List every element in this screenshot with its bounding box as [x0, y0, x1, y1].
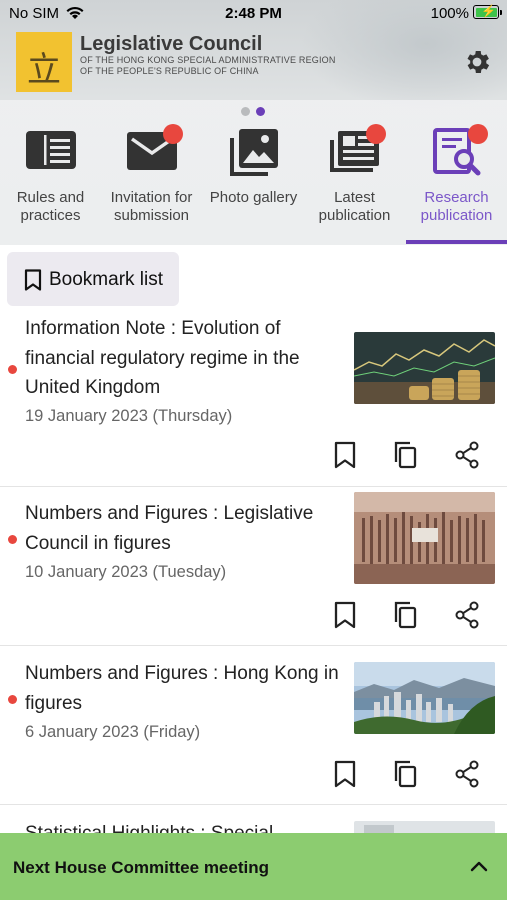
- bookmark-icon[interactable]: [332, 440, 358, 470]
- item-title: Information Note : Evolution of financia…: [25, 318, 300, 398]
- item-date: 19 January 2023 (Thursday): [25, 407, 233, 425]
- copy-icon[interactable]: [392, 440, 418, 470]
- unread-dot: [8, 365, 17, 374]
- category-invitation-for-submission[interactable]: Invitation for submission: [101, 118, 202, 245]
- item-thumbnail-legco-chamber: [354, 492, 495, 584]
- category-label: Rules and practices: [16, 189, 85, 224]
- category-latest-publication[interactable]: Latest publication: [304, 118, 405, 245]
- notification-badge: [366, 124, 386, 144]
- bookmark-icon: [24, 269, 42, 291]
- next-house-committee-meeting-bar[interactable]: Next House Committee meeting: [0, 833, 507, 900]
- notification-badge: [163, 124, 183, 144]
- chevron-up-icon[interactable]: [470, 860, 488, 872]
- category-label: Latest publication: [318, 189, 391, 224]
- active-tab-indicator: [406, 240, 507, 244]
- item-title: Numbers and Figures : Legislative Counci…: [25, 503, 314, 554]
- copy-icon[interactable]: [392, 600, 418, 630]
- category-label: Invitation for submission: [110, 189, 193, 224]
- organisation-subtitle-line-1: OF THE HONG KONG SPECIAL ADMINISTRATIVE …: [80, 55, 336, 65]
- item-date: 10 January 2023 (Tuesday): [25, 563, 227, 581]
- share-icon[interactable]: [454, 759, 480, 789]
- category-photo-gallery[interactable]: Photo gallery: [203, 118, 304, 245]
- item-thumbnail-statistics: [354, 821, 495, 833]
- item-thumbnail-hong-kong-skyline: [354, 662, 495, 734]
- bookmark-list-label: Bookmark list: [49, 269, 164, 290]
- battery-percent: 100%: [430, 5, 469, 22]
- status-bar: No SIM 2:48 PM 100% ⚡: [0, 0, 507, 28]
- carousel-dot-2-active[interactable]: [256, 107, 265, 116]
- list-item[interactable]: Numbers and Figures : Legislative Counci…: [0, 487, 507, 645]
- item-thumbnail-finance: [354, 332, 495, 404]
- photo-gallery-icon: [230, 129, 278, 176]
- list-item[interactable]: Information Note : Evolution of financia…: [0, 310, 507, 485]
- book-icon: [26, 131, 76, 169]
- gear-icon[interactable]: [462, 47, 492, 77]
- category-research-publication[interactable]: Research publication: [406, 118, 507, 245]
- item-title: Statistical Highlights : Special: [25, 819, 345, 833]
- organisation-title: Legislative Council: [80, 33, 263, 55]
- unread-dot: [8, 695, 17, 704]
- carousel-dot-1[interactable]: [241, 107, 250, 116]
- legco-logo: 立: [16, 32, 72, 92]
- bookmark-icon[interactable]: [332, 600, 358, 630]
- item-title: Numbers and Figures : Hong Kong in figur…: [25, 663, 339, 714]
- bookmark-icon[interactable]: [332, 759, 358, 789]
- logo-glyph: 立: [27, 50, 61, 90]
- category-rules-and-practices[interactable]: Rules and practices: [0, 118, 101, 245]
- share-icon[interactable]: [454, 440, 480, 470]
- copy-icon[interactable]: [392, 759, 418, 789]
- organisation-subtitle-line-2: OF THE PEOPLE'S REPUBLIC OF CHINA: [80, 66, 259, 76]
- battery-icon: ⚡: [473, 4, 502, 19]
- list-item[interactable]: Numbers and Figures : Hong Kong in figur…: [0, 646, 507, 804]
- share-icon[interactable]: [454, 600, 480, 630]
- item-date: 6 January 2023 (Friday): [25, 723, 201, 741]
- unread-dot: [8, 535, 17, 544]
- bottom-bar-label: Next House Committee meeting: [13, 858, 269, 877]
- bookmark-list-button[interactable]: Bookmark list: [7, 252, 179, 306]
- category-label: Research publication: [420, 189, 493, 224]
- notification-badge: [468, 124, 488, 144]
- list-item[interactable]: Statistical Highlights : Special: [0, 805, 507, 833]
- category-label: Photo gallery: [209, 189, 298, 206]
